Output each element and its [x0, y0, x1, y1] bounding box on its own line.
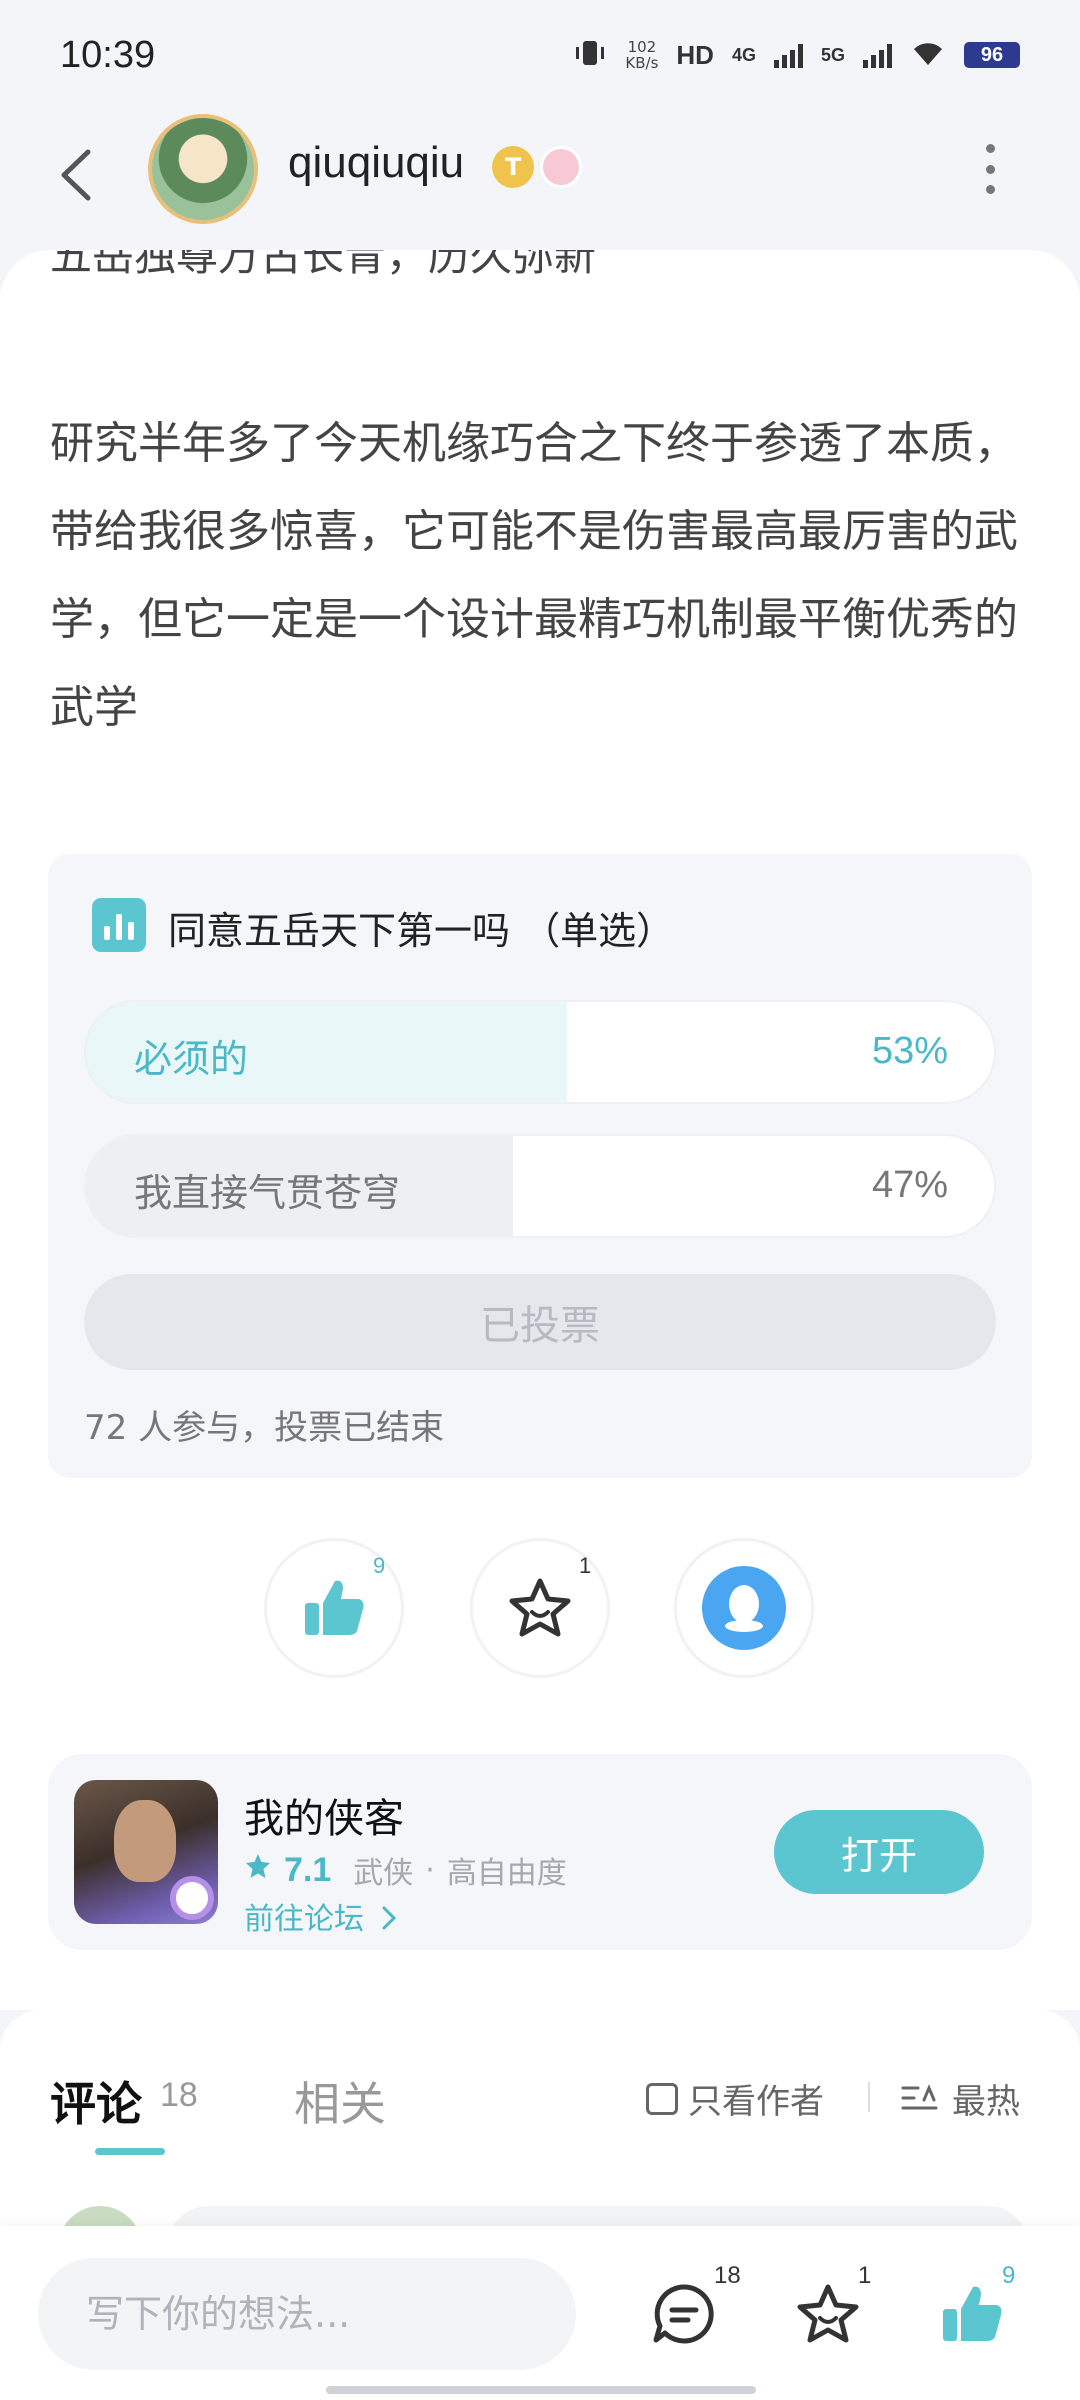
game-meta: 7.1 武侠 · 高自由度: [244, 1848, 567, 1892]
forum-link[interactable]: 前往论坛: [244, 1894, 398, 1938]
checkbox-icon: [646, 2082, 678, 2115]
thumbs-up-icon: [943, 2286, 1002, 2341]
divider: [868, 2082, 870, 2112]
like-button[interactable]: 9: [264, 1538, 404, 1678]
bottom-like-button[interactable]: [932, 2274, 1012, 2354]
more-options-button[interactable]: [978, 144, 1002, 194]
qq-icon: [702, 1566, 786, 1650]
game-tag: 高自由度: [446, 1856, 567, 1891]
game-icon: [74, 1780, 218, 1924]
comment-input[interactable]: [38, 2258, 576, 2370]
comment-bubble-icon: [653, 2284, 714, 2344]
signal-5g-icon: [863, 42, 892, 68]
open-game-button[interactable]: 打开: [774, 1810, 984, 1894]
post-clipped-line: 五岳独尊万古长青，历久弥新: [50, 250, 597, 280]
home-indicator: [326, 2386, 756, 2394]
chevron-right-icon: [382, 1906, 396, 1930]
rating-star-icon: [244, 1852, 272, 1888]
tab-comments[interactable]: 评论: [50, 2068, 142, 2134]
sort-icon: [901, 2083, 938, 2109]
chevron-left-icon: [61, 149, 91, 201]
bottom-bar: 18 1 9: [0, 2226, 1080, 2400]
app-logo-icon: [170, 1876, 214, 1920]
post-card: 五岳独尊万古长青，历久弥新 研究半年多了今天机缘巧合之下终于参透了本质，带给我很…: [0, 250, 1080, 2010]
star-icon: [797, 2284, 859, 2343]
star-icon: [509, 1578, 571, 1637]
game-rating: 7.1: [284, 1850, 332, 1889]
share-qq-button[interactable]: [674, 1538, 814, 1678]
poll-option[interactable]: 我直接气贯苍穹 47%: [84, 1134, 996, 1238]
favorite-count: 1: [579, 1553, 592, 1578]
sort-hot-button[interactable]: 最热: [900, 2074, 1020, 2123]
thumbs-up-icon: [305, 1580, 364, 1635]
author-username[interactable]: qiuqiuqiu: [288, 138, 464, 188]
back-button[interactable]: [58, 140, 108, 210]
bottom-favorite-count: 1: [858, 2262, 872, 2289]
level-badge-icon: T: [492, 146, 534, 188]
sort-label: 最热: [952, 2082, 1020, 2122]
battery-icon: 96: [964, 42, 1020, 68]
poll-option[interactable]: 必须的 53%: [84, 1000, 996, 1104]
bottom-comment-count: 18: [714, 2262, 741, 2289]
poll-option-percent: 53%: [871, 1030, 948, 1072]
4g-label: 4G: [731, 44, 756, 65]
game-name: 我的侠客: [244, 1796, 404, 1842]
active-tab-indicator: [95, 2148, 165, 2155]
poll-stat: 72 人参与，投票已结束: [84, 1408, 445, 1448]
post-body: 研究半年多了今天机缘巧合之下终于参透了本质，带给我很多惊喜，它可能不是伤害最高最…: [50, 418, 1018, 733]
poll-option-label: 我直接气贯苍穹: [134, 1171, 401, 1215]
bottom-like-count: 9: [1002, 2262, 1016, 2289]
favorite-button[interactable]: 1: [470, 1538, 610, 1678]
author-avatar[interactable]: [148, 114, 258, 224]
tag-separator: ·: [425, 1852, 435, 1888]
status-icons: 102 KB/s HD 4G 5G 96: [573, 38, 1020, 72]
5g-label: 5G: [820, 44, 845, 65]
game-card[interactable]: 我的侠客 7.1 武侠 · 高自由度 前往论坛 打开: [48, 1754, 1032, 1950]
hd-icon: HD: [676, 39, 714, 70]
poll-option-percent: 47%: [871, 1164, 948, 1206]
medal-badge-icon: [540, 146, 582, 188]
tab-related[interactable]: 相关: [294, 2068, 386, 2134]
wifi-icon: [910, 39, 946, 71]
poll-option-label: 必须的: [134, 1037, 249, 1081]
post-header: qiuqiuqiu T: [0, 110, 1080, 260]
forum-link-label: 前往论坛: [244, 1902, 364, 1937]
poll: 同意五岳天下第一吗 （单选） 必须的 53% 我直接气贯苍穹 47% 已投票 7…: [48, 854, 1032, 1478]
vibrate-icon: [573, 38, 607, 72]
poll-title: 同意五岳天下第一吗 （单选）: [168, 909, 675, 953]
like-count: 9: [373, 1553, 386, 1578]
author-only-label: 只看作者: [688, 2082, 824, 2122]
post-actions: 9 1: [0, 1538, 1080, 1678]
voted-button[interactable]: 已投票: [84, 1274, 996, 1370]
author-only-toggle[interactable]: 只看作者: [646, 2074, 824, 2123]
net-speed: 102 KB/s: [625, 38, 659, 72]
game-tag: 武侠: [353, 1856, 414, 1891]
status-time: 10:39: [60, 33, 156, 76]
signal-4g-icon: [773, 42, 803, 68]
poll-chart-icon: [92, 898, 146, 952]
bottom-favorite-button[interactable]: [788, 2274, 868, 2354]
comments-button[interactable]: [644, 2274, 724, 2354]
comments-tab-count: 18: [160, 2076, 198, 2114]
status-bar: 10:39 102 KB/s HD 4G 5G 96: [0, 0, 1080, 110]
